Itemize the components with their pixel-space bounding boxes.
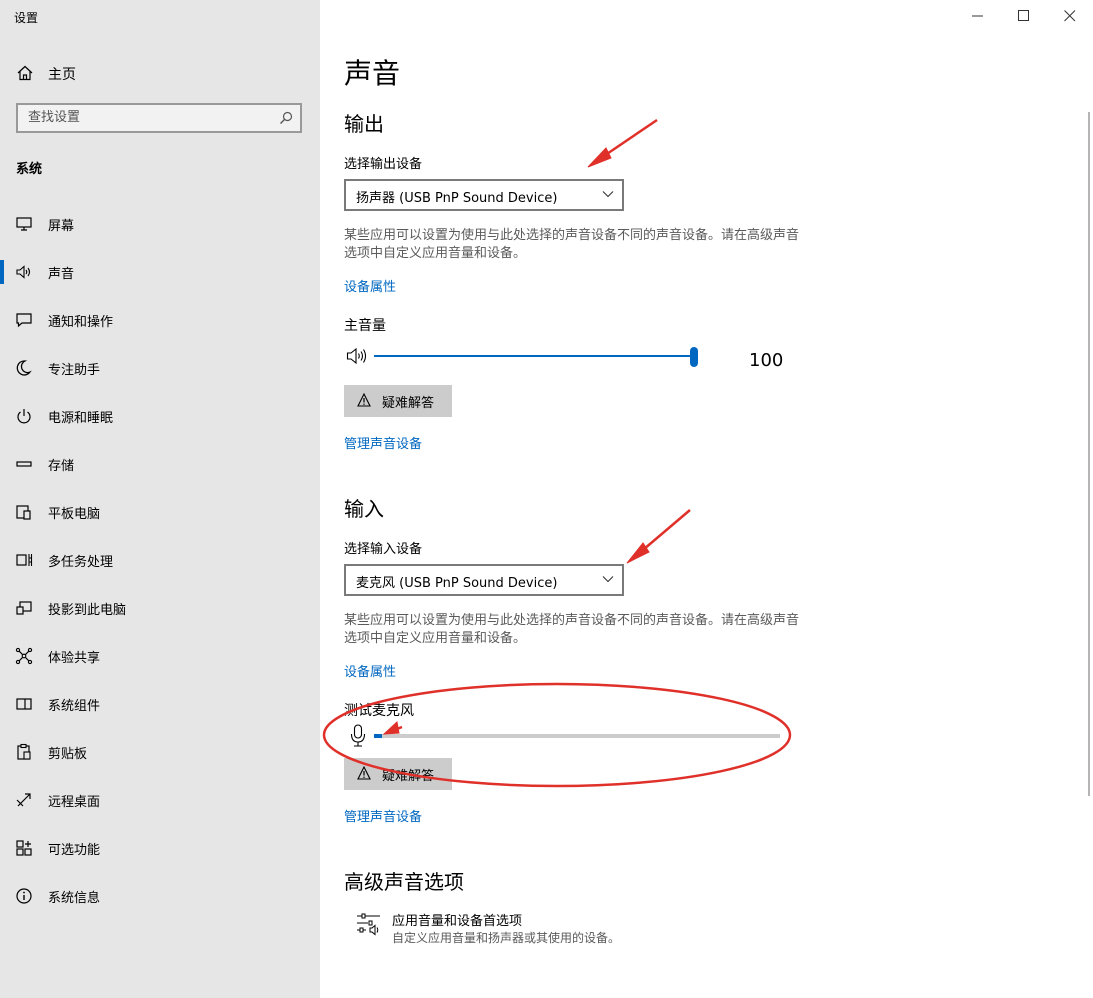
chevron-down-icon bbox=[602, 575, 614, 583]
notification-icon bbox=[15, 311, 33, 329]
volume-value: 100 bbox=[749, 350, 784, 371]
search-input[interactable] bbox=[28, 110, 268, 125]
sidebar-item-about[interactable]: 系统信息 bbox=[0, 876, 320, 916]
sidebar-item-label: 声音 bbox=[48, 267, 75, 282]
project-icon bbox=[15, 599, 33, 617]
input-device-properties-link[interactable]: 设备属性 bbox=[344, 661, 396, 680]
sidebar-item-label: 屏幕 bbox=[48, 219, 75, 234]
optional-features-icon bbox=[15, 839, 33, 857]
input-device-value: 麦克风 (USB PnP Sound Device) bbox=[356, 576, 558, 591]
sidebar-item-remote-desktop[interactable]: 远程桌面 bbox=[0, 780, 320, 820]
sidebar-item-display[interactable]: 屏幕 bbox=[0, 204, 320, 244]
sidebar-item-label: 电源和睡眠 bbox=[48, 411, 114, 426]
sidebar-item-power-sleep[interactable]: 电源和睡眠 bbox=[0, 396, 320, 436]
window-title: 设置 bbox=[14, 11, 39, 25]
sidebar-item-focus-assist[interactable]: 专注助手 bbox=[0, 348, 320, 388]
input-device-dropdown[interactable]: 麦克风 (USB PnP Sound Device) bbox=[344, 564, 624, 596]
microphone-icon bbox=[350, 724, 366, 748]
input-manage-devices-link[interactable]: 管理声音设备 bbox=[344, 806, 422, 825]
sidebar-item-label: 多任务处理 bbox=[48, 555, 114, 570]
volume-slider-fill bbox=[374, 355, 694, 357]
multitasking-icon bbox=[15, 551, 33, 569]
input-heading: 输入 bbox=[344, 497, 384, 521]
speaker-icon bbox=[15, 263, 33, 281]
master-volume-slider[interactable] bbox=[374, 347, 704, 367]
clipboard-icon bbox=[15, 743, 33, 761]
sidebar-item-optional-features[interactable]: 可选功能 bbox=[0, 828, 320, 868]
warning-icon bbox=[357, 766, 371, 780]
troubleshoot-label: 疑难解答 bbox=[382, 396, 435, 411]
sidebar-section-title: 系统 bbox=[16, 162, 43, 177]
shared-experiences-icon bbox=[15, 647, 33, 665]
sidebar-item-label: 远程桌面 bbox=[48, 795, 101, 810]
scrollbar[interactable] bbox=[1088, 112, 1090, 796]
output-device-label: 选择输出设备 bbox=[344, 157, 423, 172]
sidebar-home[interactable]: 主页 bbox=[0, 58, 320, 88]
sidebar-item-label: 剪贴板 bbox=[48, 747, 88, 762]
sidebar-item-sound[interactable]: 声音 bbox=[0, 252, 320, 292]
sidebar-item-label: 专注助手 bbox=[48, 363, 101, 378]
output-description: 某些应用可以设置为使用与此处选择的声音设备不同的声音设备。请在高级声音选项中自定… bbox=[344, 228, 800, 261]
sidebar-item-storage[interactable]: 存储 bbox=[0, 444, 320, 484]
volume-slider-thumb[interactable] bbox=[690, 347, 698, 367]
chevron-down-icon bbox=[602, 190, 614, 198]
storage-icon bbox=[15, 455, 33, 473]
sidebar-item-multitasking[interactable]: 多任务处理 bbox=[0, 540, 320, 580]
sidebar-item-label: 系统组件 bbox=[48, 699, 101, 714]
app-volume-description: 自定义应用音量和扬声器或其使用的设备。 bbox=[392, 931, 621, 945]
sidebar-item-label: 体验共享 bbox=[48, 651, 101, 666]
sidebar-item-project[interactable]: 投影到此电脑 bbox=[0, 588, 320, 628]
microphone-level-meter bbox=[374, 733, 780, 739]
app-volume-preferences-link[interactable]: 应用音量和设备首选项 自定义应用音量和扬声器或其使用的设备。 bbox=[344, 906, 704, 950]
sidebar-item-label: 通知和操作 bbox=[48, 315, 114, 330]
input-description: 某些应用可以设置为使用与此处选择的声音设备不同的声音设备。请在高级声音选项中自定… bbox=[344, 613, 800, 646]
moon-icon bbox=[15, 359, 33, 377]
power-icon bbox=[15, 407, 33, 425]
system-components-icon bbox=[15, 695, 33, 713]
tablet-icon bbox=[15, 503, 33, 521]
output-heading: 输出 bbox=[344, 112, 384, 136]
mic-level-fill bbox=[374, 734, 382, 738]
display-icon bbox=[15, 215, 33, 233]
sidebar-item-tablet[interactable]: 平板电脑 bbox=[0, 492, 320, 532]
output-troubleshoot-button[interactable]: 疑难解答 bbox=[344, 385, 452, 417]
sidebar-home-label: 主页 bbox=[48, 67, 76, 83]
output-device-value: 扬声器 (USB PnP Sound Device) bbox=[356, 191, 558, 206]
sidebar-item-system-components[interactable]: 系统组件 bbox=[0, 684, 320, 724]
app-volume-title: 应用音量和设备首选项 bbox=[392, 914, 523, 929]
sidebar-item-label: 投影到此电脑 bbox=[48, 603, 127, 618]
troubleshoot-label: 疑难解答 bbox=[382, 769, 435, 784]
sidebar: 设置 主页 系统 屏幕 声音 通知和操作 专注助手 电源和睡眠 存储 bbox=[0, 0, 320, 998]
sidebar-item-label: 存储 bbox=[48, 459, 75, 474]
search-icon[interactable] bbox=[279, 111, 293, 125]
sidebar-item-notifications[interactable]: 通知和操作 bbox=[0, 300, 320, 340]
page-title: 声音 bbox=[344, 57, 401, 90]
output-device-properties-link[interactable]: 设备属性 bbox=[344, 276, 396, 295]
sidebar-item-shared-experiences[interactable]: 体验共享 bbox=[0, 636, 320, 676]
advanced-heading: 高级声音选项 bbox=[344, 870, 464, 894]
selected-indicator bbox=[0, 260, 4, 284]
sidebar-item-label: 可选功能 bbox=[48, 843, 101, 858]
output-device-dropdown[interactable]: 扬声器 (USB PnP Sound Device) bbox=[344, 179, 624, 211]
home-icon bbox=[16, 64, 34, 82]
mixer-icon bbox=[356, 912, 382, 936]
main-content: 声音 输出 选择输出设备 扬声器 (USB PnP Sound Device) … bbox=[320, 0, 1093, 998]
info-icon bbox=[15, 887, 33, 905]
sidebar-item-label: 系统信息 bbox=[48, 891, 101, 906]
sidebar-item-label: 平板电脑 bbox=[48, 507, 101, 522]
speaker-icon[interactable] bbox=[346, 346, 368, 366]
input-device-label: 选择输入设备 bbox=[344, 542, 423, 557]
warning-icon bbox=[357, 393, 371, 407]
test-microphone-label: 测试麦克风 bbox=[344, 703, 414, 719]
remote-desktop-icon bbox=[15, 791, 33, 809]
sidebar-item-clipboard[interactable]: 剪贴板 bbox=[0, 732, 320, 772]
mic-level-track bbox=[374, 734, 780, 738]
master-volume-label: 主音量 bbox=[344, 318, 386, 334]
input-troubleshoot-button[interactable]: 疑难解答 bbox=[344, 758, 452, 790]
search-box[interactable] bbox=[16, 103, 302, 133]
output-manage-devices-link[interactable]: 管理声音设备 bbox=[344, 433, 422, 452]
